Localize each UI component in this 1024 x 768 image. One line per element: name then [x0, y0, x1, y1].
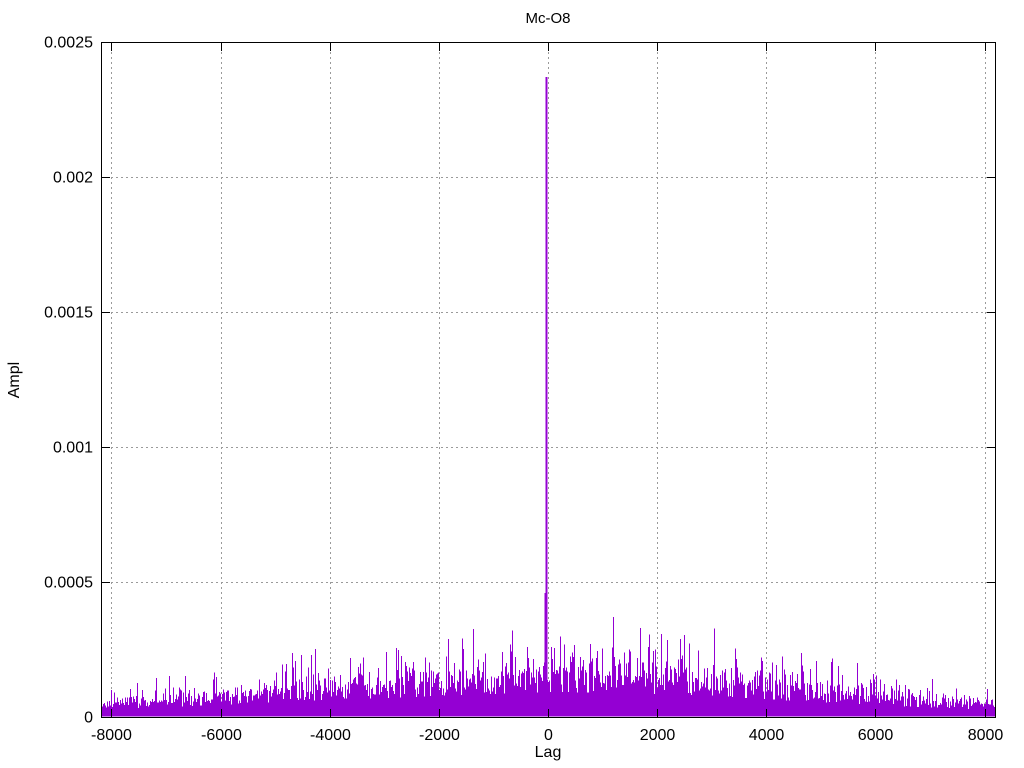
x-tick-label: 2000	[640, 727, 676, 744]
x-tick-label: -6000	[201, 727, 242, 744]
x-tick-label: 4000	[749, 727, 785, 744]
y-tick-label: 0	[84, 710, 93, 727]
x-tick-label: 6000	[858, 727, 894, 744]
x-tick-label: -8000	[91, 727, 132, 744]
plot-area: -8000 -6000 -4000 -2000 0 2000 4000 6000 8000 0 0.…	[44, 35, 1004, 745]
y-tick-label: 0.0015	[44, 305, 93, 322]
y-tick-label: 0.001	[53, 440, 93, 457]
y-tick-label: 0.0025	[44, 35, 93, 52]
x-tick-label: -4000	[310, 727, 351, 744]
x-tick-label: 8000	[968, 727, 1004, 744]
y-tick-label: 0.002	[53, 170, 93, 187]
chart: Mc-O8 Ampl Lag -8000 -6000 -4000 -2000 0 2000…	[0, 0, 1024, 768]
x-tick-label: -2000	[419, 727, 460, 744]
x-tick-label: 0	[544, 727, 553, 744]
y-tick-label: 0.0005	[44, 575, 93, 592]
